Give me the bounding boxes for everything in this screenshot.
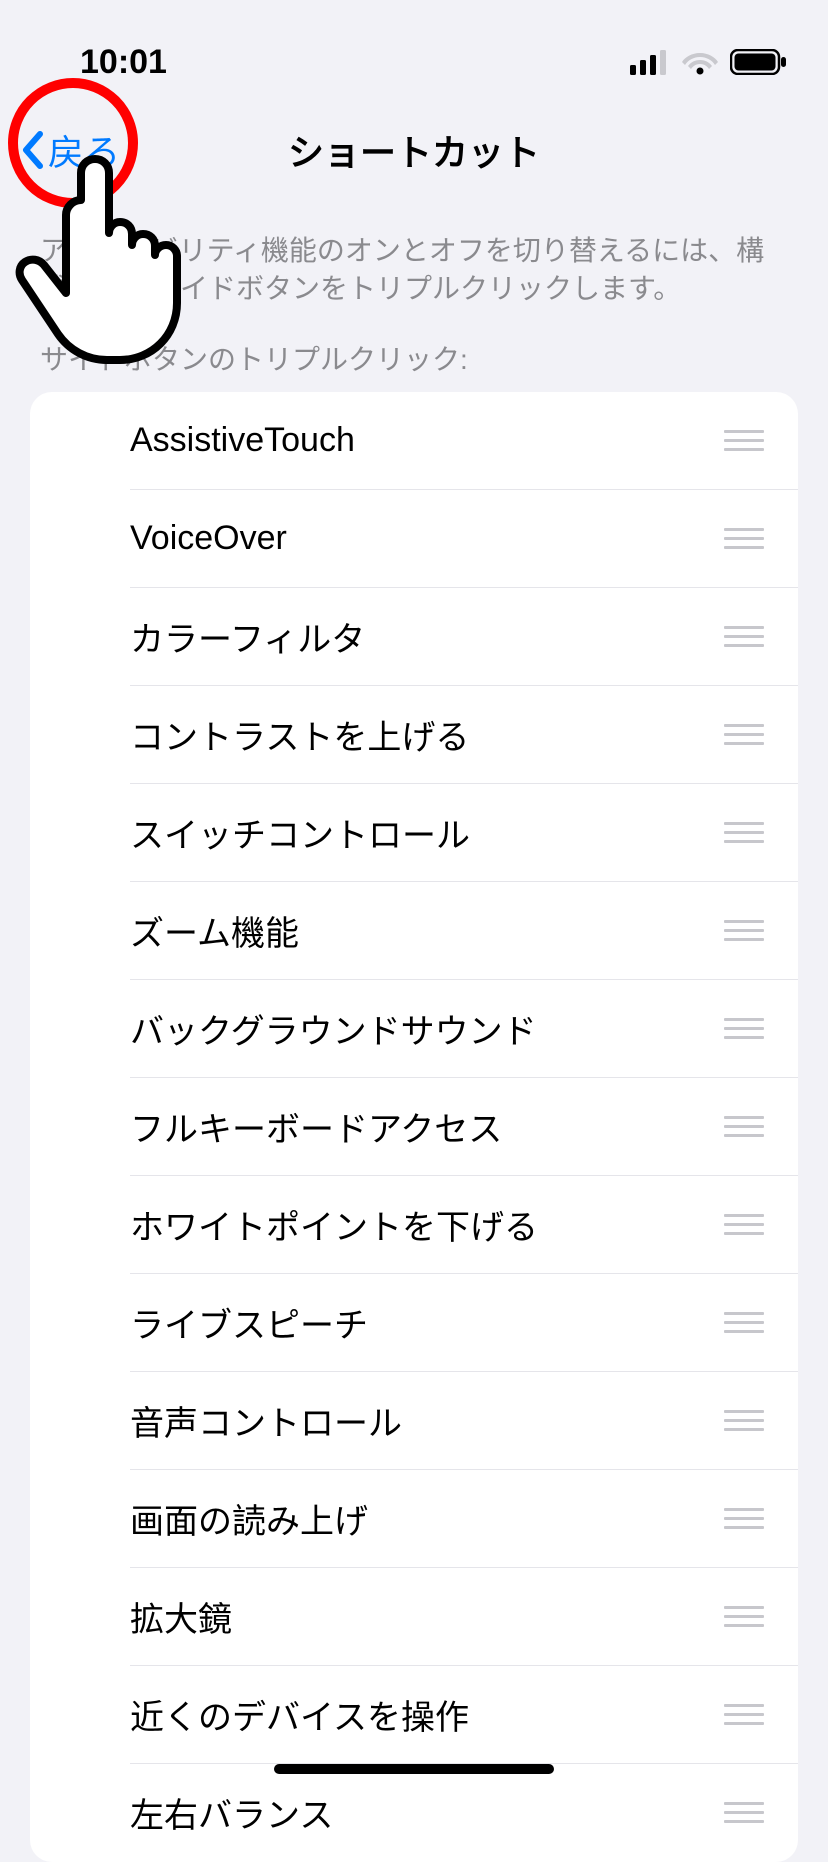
drag-handle-icon[interactable]	[724, 724, 764, 745]
drag-handle-icon[interactable]	[724, 430, 764, 451]
item-label: 音声コントロール	[130, 1396, 402, 1445]
shortcut-list: AssistiveTouch VoiceOver カラーフィルタ コントラストを…	[30, 392, 798, 1862]
status-time: 10:01	[80, 43, 167, 82]
list-item[interactable]: 拡大鏡	[30, 1568, 798, 1666]
item-label: スイッチコントロール	[130, 808, 470, 857]
item-label: ライブスピーチ	[130, 1298, 368, 1347]
list-item[interactable]: AssistiveTouch	[30, 392, 798, 490]
list-item[interactable]: 音声コントロール	[30, 1372, 798, 1470]
list-item[interactable]: ズーム機能	[30, 882, 798, 980]
drag-handle-icon[interactable]	[724, 822, 764, 843]
drag-handle-icon[interactable]	[724, 1508, 764, 1529]
item-label: ズーム機能	[130, 906, 299, 955]
description-text: アクセシビリティ機能のオンとオフを切り替えるには、構成済みのサイドボタンをトリプ…	[0, 200, 828, 308]
drag-handle-icon[interactable]	[724, 920, 764, 941]
drag-handle-icon[interactable]	[724, 1116, 764, 1137]
item-label: 画面の読み上げ	[130, 1494, 368, 1543]
page-title: ショートカット	[288, 124, 540, 176]
item-label: 左右バランス	[130, 1788, 333, 1837]
section-header: サイドボタンのトリプルクリック:	[0, 308, 828, 392]
item-label: フルキーボードアクセス	[130, 1102, 502, 1151]
item-label: VoiceOver	[130, 519, 287, 558]
list-item[interactable]: 左右バランス	[30, 1764, 798, 1862]
item-label: カラーフィルタ	[130, 612, 365, 661]
list-item[interactable]: ライブスピーチ	[30, 1274, 798, 1372]
list-item[interactable]: ホワイトポイントを下げる	[30, 1176, 798, 1274]
item-label: 近くのデバイスを操作	[130, 1690, 469, 1739]
drag-handle-icon[interactable]	[724, 1312, 764, 1333]
item-label: コントラストを上げる	[130, 710, 469, 759]
battery-icon	[730, 49, 788, 75]
list-item[interactable]: フルキーボードアクセス	[30, 1078, 798, 1176]
item-label: バックグラウンドサウンド	[130, 1004, 537, 1053]
item-label: AssistiveTouch	[130, 421, 355, 460]
nav-bar: 戻る ショートカット	[0, 100, 828, 200]
wifi-icon	[682, 49, 718, 75]
list-item[interactable]: コントラストを上げる	[30, 686, 798, 784]
drag-handle-icon[interactable]	[724, 1214, 764, 1235]
drag-handle-icon[interactable]	[724, 626, 764, 647]
status-bar: 10:01	[0, 0, 828, 100]
drag-handle-icon[interactable]	[724, 1704, 764, 1725]
list-item[interactable]: カラーフィルタ	[30, 588, 798, 686]
list-item[interactable]: 画面の読み上げ	[30, 1470, 798, 1568]
drag-handle-icon[interactable]	[724, 1410, 764, 1431]
back-button[interactable]: 戻る	[20, 124, 120, 176]
chevron-left-icon	[20, 130, 44, 170]
status-icons	[630, 49, 788, 75]
list-item[interactable]: VoiceOver	[30, 490, 798, 588]
home-indicator	[274, 1764, 554, 1774]
list-item[interactable]: バックグラウンドサウンド	[30, 980, 798, 1078]
list-item[interactable]: スイッチコントロール	[30, 784, 798, 882]
list-item[interactable]: 近くのデバイスを操作	[30, 1666, 798, 1764]
cellular-icon	[630, 49, 670, 75]
back-label: 戻る	[48, 124, 120, 176]
drag-handle-icon[interactable]	[724, 1606, 764, 1627]
item-label: ホワイトポイントを下げる	[130, 1200, 538, 1249]
drag-handle-icon[interactable]	[724, 1802, 764, 1823]
item-label: 拡大鏡	[130, 1592, 232, 1641]
drag-handle-icon[interactable]	[724, 528, 764, 549]
drag-handle-icon[interactable]	[724, 1018, 764, 1039]
